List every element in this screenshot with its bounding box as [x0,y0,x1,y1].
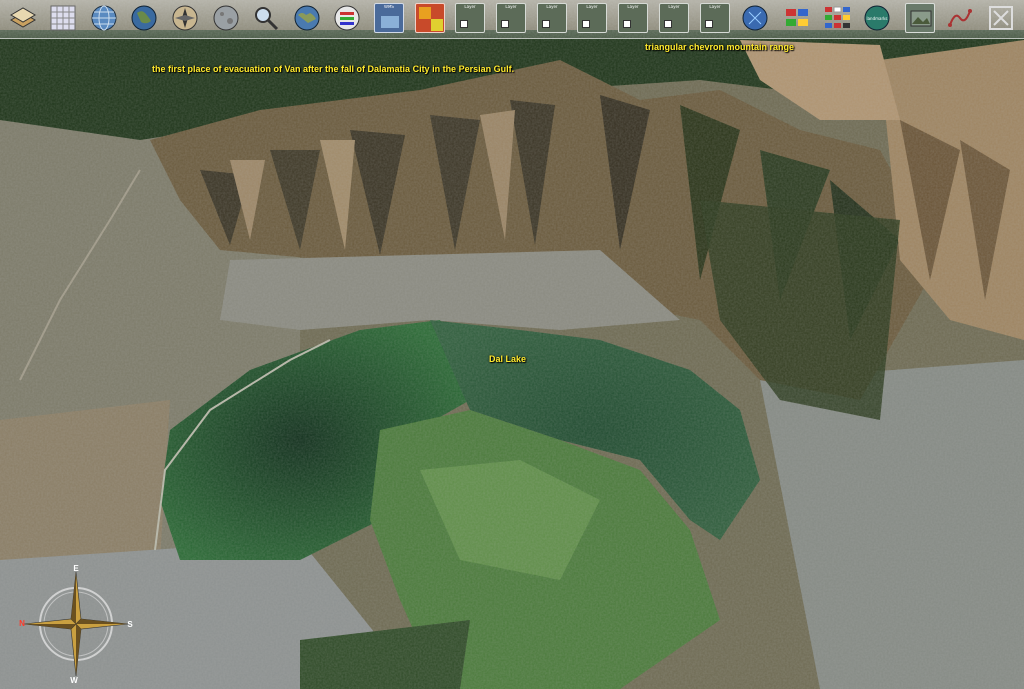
lake-label[interactable]: Dal Lake [489,354,526,364]
toolbar: WMS Layer Layer Layer Layer Layer Layer … [0,0,1024,39]
landmarks-icon[interactable]: landmarks [862,3,892,33]
layer-thumb-caption: Layer [586,5,598,9]
moon-icon[interactable] [211,3,241,33]
layer-thumb-caption: Layer [627,5,639,9]
globe-grid-icon[interactable] [89,3,119,33]
layer-thumb-1-icon[interactable]: Layer [455,3,485,33]
layer-thumb-caption: Layer [464,5,476,9]
navigation-icon[interactable] [170,3,200,33]
layers-icon[interactable] [8,3,38,33]
compass-rose[interactable]: N E S W [14,562,138,686]
compass-east-label: E [73,564,79,573]
layer-thumb-6-icon[interactable]: Layer [659,3,689,33]
wms-layer-caption: WMS [384,5,394,9]
layer-thumb-7-icon[interactable]: Layer [700,3,730,33]
layer-thumb-5-icon[interactable]: Layer [618,3,648,33]
search-icon[interactable] [251,3,281,33]
compass-north-label: N [19,619,25,628]
compass-star-icon [23,571,129,677]
earth-icon[interactable] [129,3,159,33]
layer-thumb-caption: Layer [709,5,721,9]
layer-thumb-4-icon[interactable]: Layer [577,3,607,33]
mountain-label[interactable]: triangular chevron mountain range [645,42,794,52]
terrain-imagery[interactable] [0,0,1024,689]
landmarks-caption: landmarks [866,16,887,21]
layer-thumb-caption: Layer [546,5,558,9]
world-map-icon[interactable] [292,3,322,33]
evacuation-label[interactable]: the first place of evacuation of Van aft… [152,64,514,74]
grid-icon[interactable] [48,3,78,33]
layer-thumb-2-icon[interactable]: Layer [496,3,526,33]
layer-thumb-caption: Layer [668,5,680,9]
globe-overlay-icon[interactable] [740,3,770,33]
layer-thumb-3-icon[interactable]: Layer [537,3,567,33]
wms-layer-icon[interactable]: WMS [374,3,404,33]
photo-layer-icon[interactable] [905,3,935,33]
route-icon[interactable] [945,3,975,33]
map-viewport[interactable]: WMS Layer Layer Layer Layer Layer Layer … [0,0,1024,689]
national-flags-icon[interactable] [822,3,852,33]
heatmap-layer-icon[interactable] [415,3,445,33]
compass-west-label: W [70,676,78,685]
layer-thumb-caption: Layer [505,5,517,9]
flags-icon[interactable] [782,3,812,33]
compass-south-label: S [127,620,133,629]
fullscreen-icon[interactable] [986,3,1016,33]
wms-server-icon[interactable] [332,3,362,33]
